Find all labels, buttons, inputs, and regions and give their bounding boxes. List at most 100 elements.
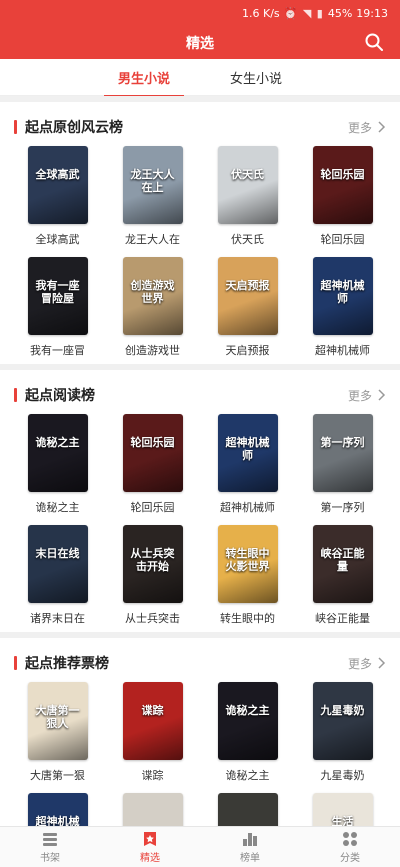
book-cover[interactable]: 从士兵突击开始 <box>122 525 183 603</box>
book-item[interactable]: 超神机械师 超神机械师 <box>295 257 390 358</box>
book-item[interactable]: 超神机械师 超神机械师 <box>200 414 295 515</box>
more-button[interactable]: 更多 <box>348 387 386 404</box>
book-cover[interactable]: 转生眼中火影世界 <box>217 525 278 603</box>
book-cover[interactable]: 大唐第一狠人 <box>27 682 88 760</box>
book-title: 诡秘之主 <box>35 501 80 514</box>
book-title: 超神机械师 <box>315 344 370 357</box>
book-cover[interactable]: 超神机械师 <box>312 257 373 335</box>
search-icon[interactable] <box>364 32 384 52</box>
book-cover[interactable]: 生活 <box>312 793 373 826</box>
more-button[interactable]: 更多 <box>348 655 386 672</box>
cover-title: 九星毒奶 <box>320 704 365 717</box>
book-cover[interactable]: 诡秘之主 <box>217 682 278 760</box>
book-item[interactable]: 转生眼中火影世界 转生眼中的 <box>200 525 295 626</box>
tab-male[interactable]: 男生小说 <box>103 62 185 97</box>
book-cover[interactable]: 峡谷正能量 <box>312 525 373 603</box>
book-grid: 诡秘之主 诡秘之主 轮回乐园 轮回乐园 超神机械师 超神机械师 第一序列 第一序… <box>0 410 400 626</box>
cover-title: 末日在线 <box>35 547 80 560</box>
section-header: 起点原创风云榜 更多 <box>0 112 400 142</box>
book-item[interactable]: 伏天氏 伏天氏 <box>200 146 295 247</box>
cover-title: 轮回乐园 <box>320 168 365 181</box>
ranking-icon <box>241 831 259 849</box>
book-title: 谍踪 <box>141 769 164 782</box>
book-item[interactable]: 诡秘之主 诡秘之主 <box>200 682 295 783</box>
book-item[interactable]: 大唐第一狠人 大唐第一狠 <box>10 682 105 783</box>
bottom-tab-label: 书架 <box>40 852 60 864</box>
tab-female[interactable]: 女生小说 <box>230 62 282 93</box>
book-item[interactable]: 龙王大人在上 龙王大人在 <box>105 146 200 247</box>
book-cover[interactable]: 全球高武 <box>27 146 88 224</box>
bottom-tab-featured[interactable]: 精选 <box>100 827 200 867</box>
chevron-right-icon <box>378 657 386 669</box>
book-title: 从士兵突击 <box>125 612 180 625</box>
book-grid: 全球高武 全球高武 龙王大人在上 龙王大人在 伏天氏 伏天氏 轮回乐园 轮回乐园… <box>0 142 400 358</box>
cover-title: 天启预报 <box>225 279 270 292</box>
section-title: 起点阅读榜 <box>14 385 95 405</box>
book-title: 轮回乐园 <box>320 233 365 246</box>
gender-tabs: 男生小说 女生小说 <box>0 59 400 97</box>
book-item[interactable]: 天启预报 天启预报 <box>200 257 295 358</box>
book-cover[interactable]: 九星毒奶 <box>312 682 373 760</box>
cover-title: 超神机械师 <box>35 815 80 826</box>
book-cover[interactable]: 天启预报 <box>217 257 278 335</box>
book-item[interactable]: 创造游戏世界 创造游戏世 <box>105 257 200 358</box>
book-title: 诸界末日在 <box>30 612 85 625</box>
book-cover[interactable]: 超神机械师 <box>27 793 88 826</box>
bottom-tab-bookshelf[interactable]: 书架 <box>0 827 100 867</box>
book-cover[interactable]: 轮回乐园 <box>312 146 373 224</box>
book-cover[interactable]: 我有一座冒险屋 <box>27 257 88 335</box>
book-item[interactable]: 峡谷正能量 峡谷正能量 <box>295 525 390 626</box>
book-item[interactable]: 谍踪 谍踪 <box>105 682 200 783</box>
featured-icon <box>141 831 159 849</box>
book-cover[interactable]: 诡秘之主 <box>27 414 88 492</box>
book-item[interactable]: 诡秘之主 诡秘之主 <box>10 414 105 515</box>
cover-title: 龙王大人在上 <box>130 168 175 194</box>
book-item[interactable]: 轮回乐园 轮回乐园 <box>105 414 200 515</box>
book-cover[interactable]: 轮回乐园 <box>122 414 183 492</box>
book-cover[interactable]: 创造游戏世界 <box>122 257 183 335</box>
bottom-tab-label: 精选 <box>140 852 160 864</box>
section-title-text: 起点阅读榜 <box>25 388 95 404</box>
cover-title: 大唐第一狠人 <box>35 704 80 730</box>
book-cover[interactable]: 第一序列 <box>312 414 373 492</box>
book-item[interactable]: 末日在线 诸界末日在 <box>10 525 105 626</box>
cover-title: 伏天氏 <box>231 168 264 181</box>
book-cover[interactable]: 伏天氏 <box>217 146 278 224</box>
cover-title: 轮回乐园 <box>130 436 175 449</box>
book-item[interactable]: 九星毒奶 九星毒奶 <box>295 682 390 783</box>
book-item[interactable] <box>200 793 295 826</box>
book-item[interactable]: 轮回乐园 轮回乐园 <box>295 146 390 247</box>
chevron-right-icon <box>378 389 386 401</box>
book-cover[interactable] <box>217 793 278 826</box>
book-grid: 大唐第一狠人 大唐第一狠 谍踪 谍踪 诡秘之主 诡秘之主 九星毒奶 九星毒奶 超… <box>0 678 400 826</box>
book-item[interactable]: 全球高武 全球高武 <box>10 146 105 247</box>
book-item[interactable]: 我有一座冒险屋 我有一座冒 <box>10 257 105 358</box>
bottom-tab-ranking[interactable]: 榜单 <box>200 827 300 867</box>
book-title: 创造游戏世 <box>125 344 180 357</box>
ranking-section: 起点推荐票榜 更多 大唐第一狠人 大唐第一狠 谍踪 谍踪 诡秘之主 诡秘之主 九… <box>0 638 400 826</box>
cover-title: 诡秘之主 <box>35 436 80 449</box>
book-cover[interactable]: 末日在线 <box>27 525 88 603</box>
bottom-tab-category[interactable]: 分类 <box>300 827 400 867</box>
section-accent-bar <box>14 656 17 670</box>
book-cover[interactable]: 超神机械师 <box>217 414 278 492</box>
clock: 19:13 <box>356 6 388 20</box>
book-cover[interactable]: 谍踪 <box>122 682 183 760</box>
page-title: 精选 <box>186 35 214 52</box>
book-item[interactable]: 生活 <box>295 793 390 826</box>
book-cover[interactable] <box>122 793 183 826</box>
book-item[interactable]: 从士兵突击开始 从士兵突击 <box>105 525 200 626</box>
book-item[interactable]: 超神机械师 <box>10 793 105 826</box>
cover-title: 超神机械师 <box>225 436 270 462</box>
section-accent-bar <box>14 388 17 402</box>
book-item[interactable] <box>105 793 200 826</box>
book-title: 全球高武 <box>35 233 80 246</box>
cover-title: 第一序列 <box>320 436 365 449</box>
more-button[interactable]: 更多 <box>348 119 386 136</box>
cover-title: 转生眼中火影世界 <box>225 547 270 573</box>
book-title: 大唐第一狠 <box>30 769 85 782</box>
book-item[interactable]: 第一序列 第一序列 <box>295 414 390 515</box>
ranking-section: 起点阅读榜 更多 诡秘之主 诡秘之主 轮回乐园 轮回乐园 超神机械师 超神机械师 <box>0 370 400 632</box>
book-cover[interactable]: 龙王大人在上 <box>122 146 183 224</box>
ranking-list[interactable]: 起点原创风云榜 更多 全球高武 全球高武 龙王大人在上 龙王大人在 伏天氏 伏天… <box>0 96 400 826</box>
